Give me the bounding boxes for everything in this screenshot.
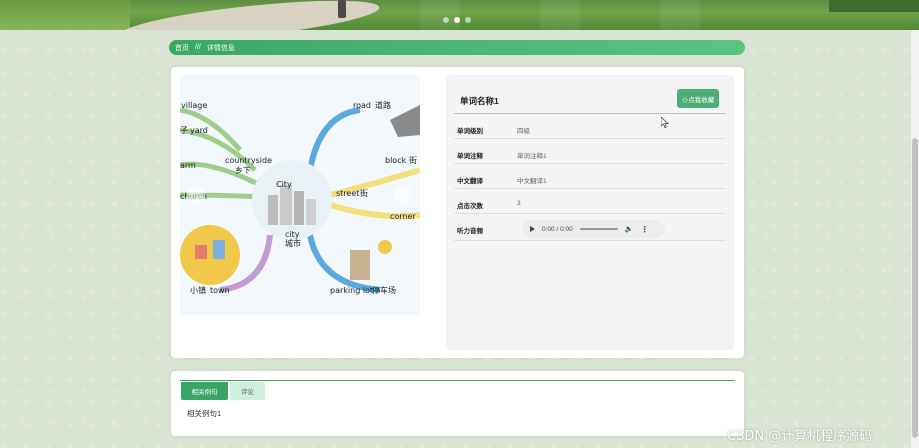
mindmap-node-en: arm [180, 161, 196, 170]
detail-card: City city 城市 village 子 yard arm countrys… [171, 67, 744, 358]
row-value: 单词注释1 [517, 153, 547, 160]
mindmap-image: City city 城市 village 子 yard arm countrys… [180, 75, 420, 315]
breadcrumb-current: 详情信息 [206, 44, 235, 52]
mindmap-node-en: parking lot [330, 286, 373, 295]
word-info-panel: 单词名称1 ☆点我收藏 单词级别 四级 单词注释 单词注释1 中文翻译 中文翻译… [446, 75, 734, 350]
info-row-level: 单词级别 四级 [454, 114, 726, 139]
row-label: 中文翻译 [457, 178, 483, 185]
info-row-translation: 中文翻译 中文翻译1 [454, 164, 726, 189]
tab-example-sentences[interactable]: 相关例句 [181, 382, 228, 400]
mindmap-node-cn: 街 [360, 188, 368, 198]
mindmap-center-en: city [285, 230, 300, 239]
info-row-clicks: 点击次数 3 [454, 189, 726, 214]
banner-carousel[interactable] [0, 0, 919, 30]
banner-trees [829, 0, 919, 12]
row-value: 3 [517, 200, 521, 207]
row-value: 四级 [517, 128, 530, 135]
tab-content: 相关例句1 [187, 409, 222, 418]
row-label: 单词级别 [457, 128, 483, 135]
breadcrumb: 首页 /// 详情信息 [169, 40, 745, 55]
breadcrumb-home[interactable]: 首页 [175, 43, 189, 53]
audio-time: 0:00 / 0:00 [542, 225, 573, 233]
carousel-dot[interactable] [465, 17, 471, 23]
info-row-audio: 听力音频 0:00 / 0:00 🔈 ⋮ [454, 214, 726, 241]
mindmap-center-cn: 城市 [285, 238, 301, 248]
carousel-dot-active[interactable] [454, 17, 460, 23]
mindmap-node-en: village [181, 101, 207, 110]
info-row-annotation: 单词注释 单词注释1 [454, 139, 726, 164]
breadcrumb-separator: /// [195, 44, 201, 51]
row-label: 点击次数 [457, 203, 483, 210]
mindmap-node-en: countryside [225, 156, 272, 165]
row-label: 单词注释 [457, 153, 483, 160]
play-icon[interactable] [530, 226, 535, 232]
scrollbar-thumb[interactable] [912, 138, 918, 438]
mindmap-node-cn: 小镇 [190, 285, 206, 295]
mouse-cursor-icon [661, 117, 669, 128]
mindmap-node-cn: 子 [180, 126, 188, 135]
watermark: CSDN @计算机程序源码 [727, 429, 873, 444]
volume-icon[interactable]: 🔈 [625, 225, 634, 233]
mindmap-node-en: corner [390, 212, 416, 221]
row-label: 听力音频 [457, 228, 483, 235]
audio-progress-bar[interactable] [579, 228, 618, 230]
more-options-icon[interactable]: ⋮ [640, 225, 648, 234]
mindmap-illustration: City city 城市 village 子 yard arm countrys… [180, 100, 420, 295]
mindmap-node-en: yard [190, 126, 208, 135]
mindmap-node-en: street [336, 189, 359, 198]
tab-comments[interactable]: 评论 [230, 382, 265, 400]
tabs-divider [180, 380, 735, 381]
mindmap-node-en: town [210, 286, 230, 295]
mindmap-node-cn: 乡下 [235, 166, 251, 175]
word-title: 单词名称1 [460, 96, 499, 106]
mindmap-center-label: City [276, 180, 292, 189]
mindmap-node-en: road [353, 101, 371, 110]
carousel-indicators [443, 17, 471, 23]
banner-pole [338, 0, 346, 18]
mindmap-node-cn: 街 [409, 155, 417, 165]
tabs-card: 相关例句 评论 相关例句1 [171, 371, 744, 436]
mindmap-node-cn: 道路 [375, 100, 391, 110]
audio-player[interactable]: 0:00 / 0:00 🔈 ⋮ [522, 220, 665, 238]
row-value: 中文翻译1 [517, 178, 547, 185]
carousel-next-button[interactable] [394, 186, 412, 204]
carousel-prev-button[interactable] [187, 186, 205, 204]
mindmap-node-en: block [385, 156, 407, 165]
mindmap-node-cn: 停车场 [372, 285, 396, 295]
favorite-button[interactable]: ☆点我收藏 [677, 89, 719, 108]
carousel-dot[interactable] [443, 17, 449, 23]
